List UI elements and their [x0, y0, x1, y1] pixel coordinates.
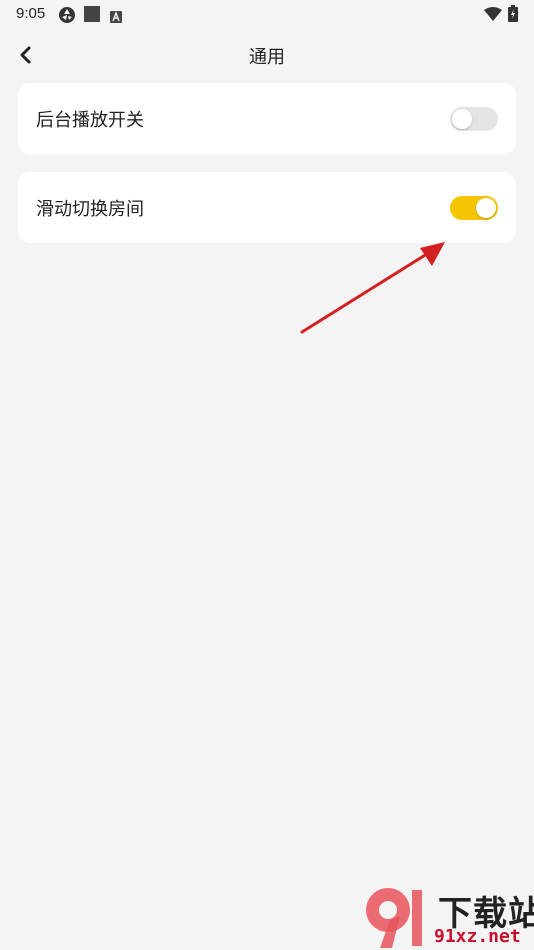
swipe-switch-room-toggle[interactable] [450, 196, 498, 220]
setting-label: 滑动切换房间 [36, 199, 144, 220]
setting-background-play: 后台播放开关 [18, 83, 516, 154]
square-icon [84, 6, 100, 26]
wifi-icon [484, 6, 502, 25]
setting-label: 后台播放开关 [36, 110, 144, 131]
toggle-knob [476, 198, 496, 218]
toggle-knob [452, 109, 472, 129]
header: 通用 [0, 36, 534, 76]
keyboard-a-icon [110, 8, 122, 27]
settings-aperture-icon [58, 6, 76, 28]
watermark-domain: 91xz.net [434, 926, 521, 947]
background-play-toggle[interactable] [450, 107, 498, 131]
battery-charging-icon [508, 5, 518, 26]
page-title: 通用 [249, 47, 285, 68]
status-time: 9:05 [16, 5, 46, 22]
watermark: 下载站 91xz.net [362, 886, 534, 950]
annotation-arrow-icon [300, 242, 445, 334]
status-bar: 9:05 [0, 0, 534, 28]
